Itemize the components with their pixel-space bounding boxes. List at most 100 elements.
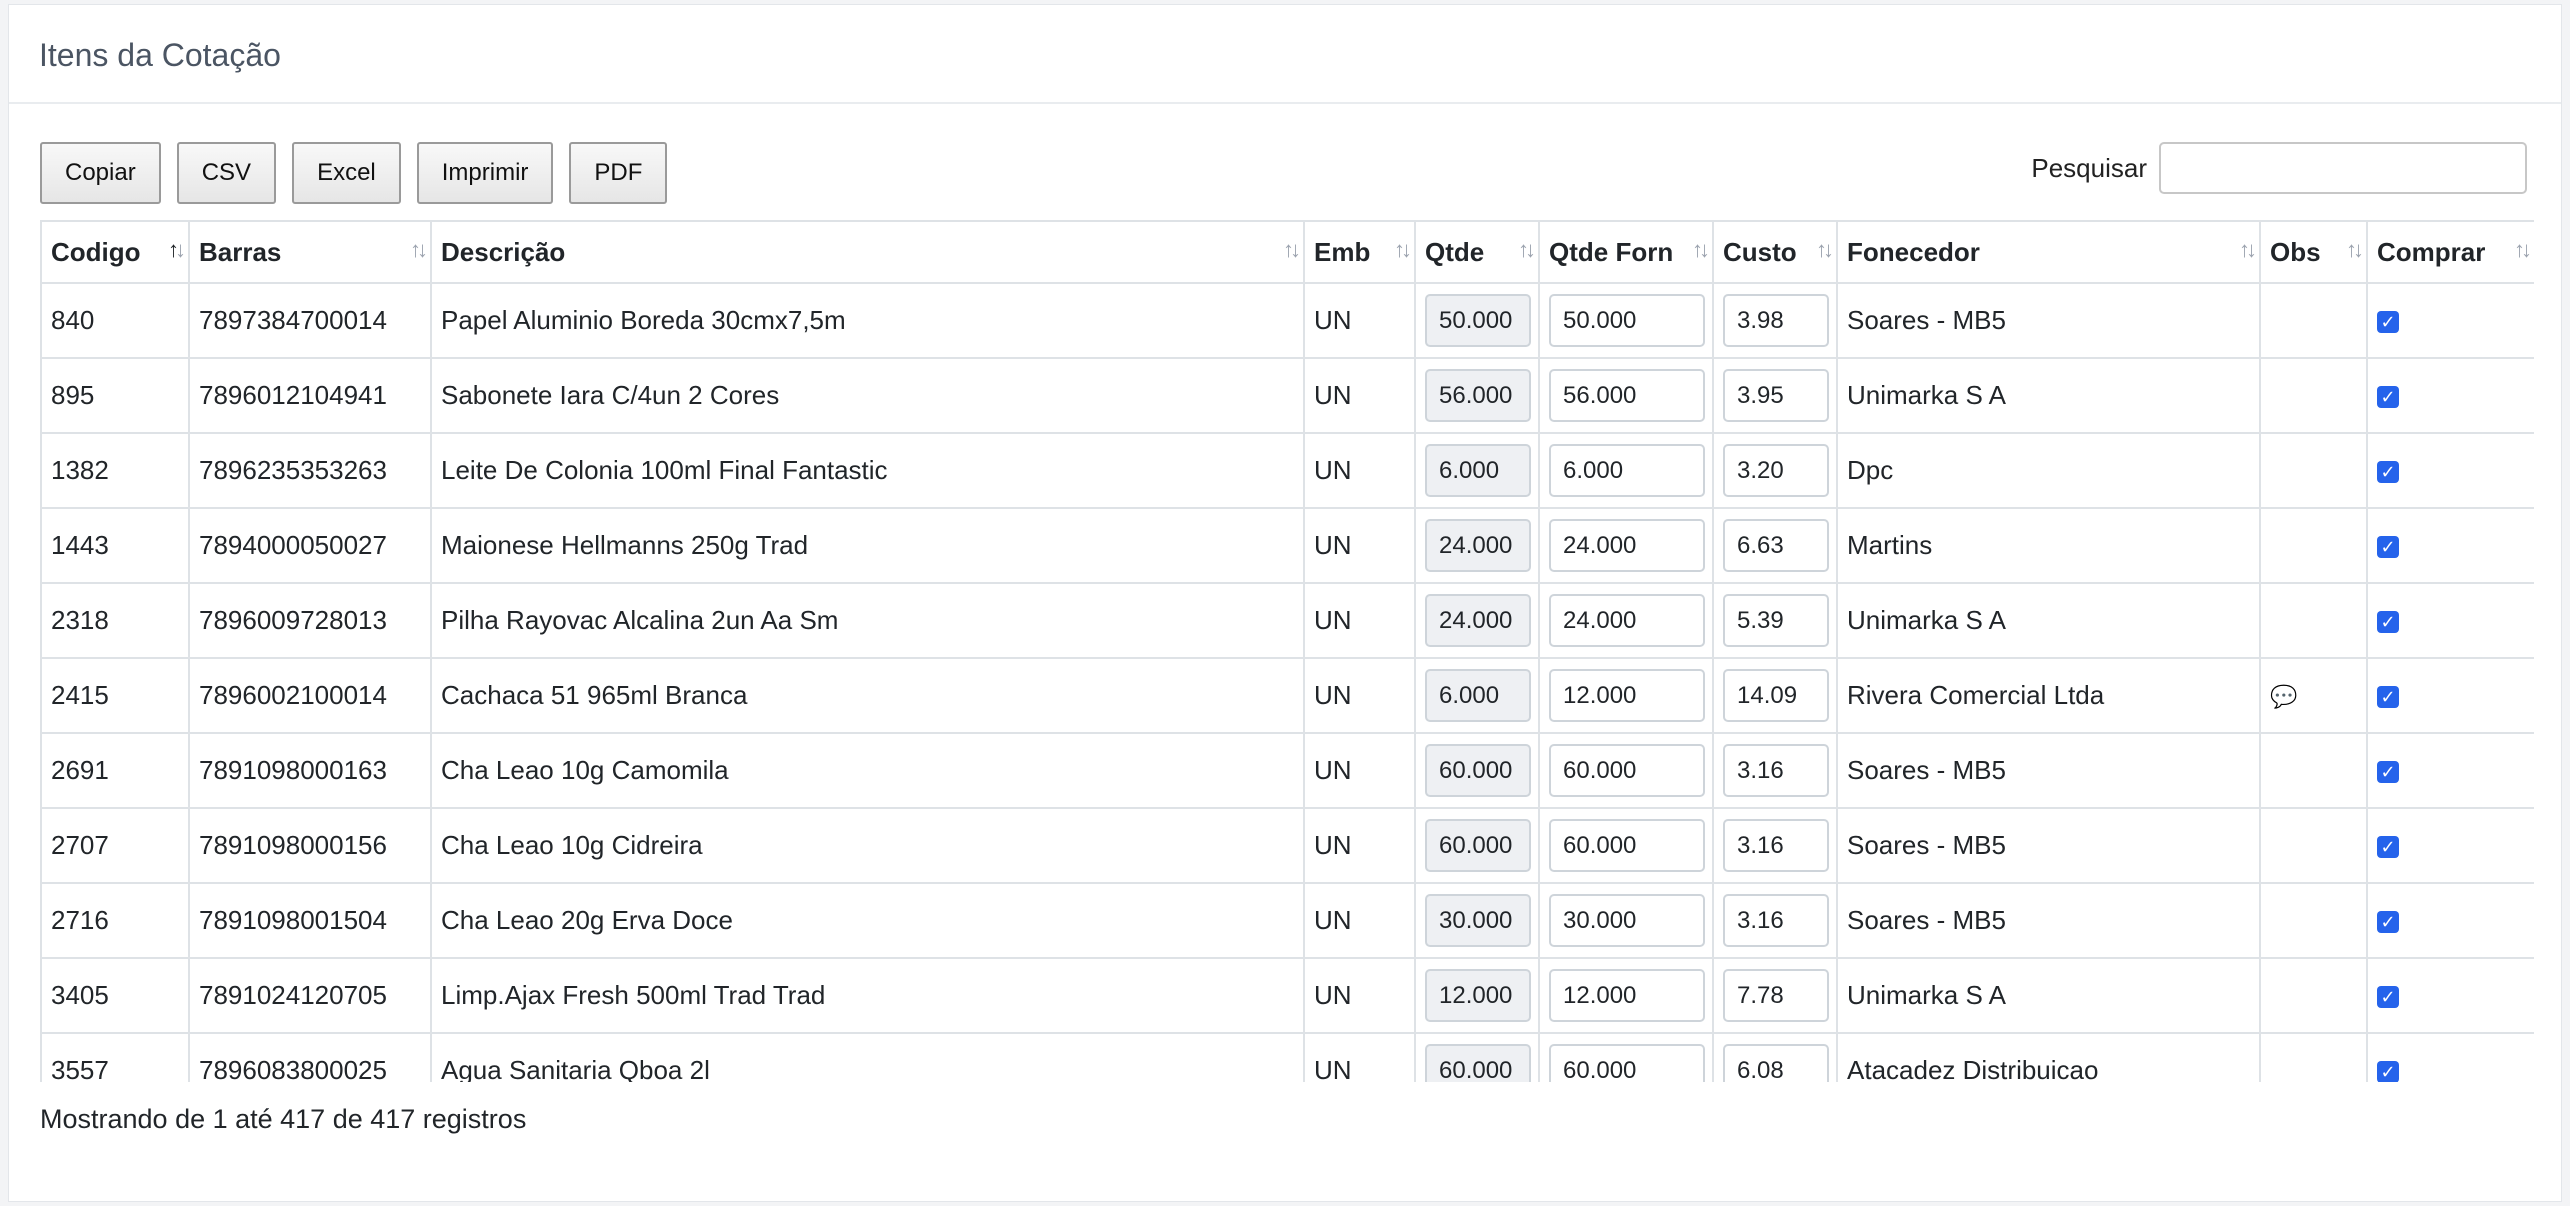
qtde-forn-input[interactable]	[1549, 669, 1705, 722]
table-row: 3557 7896083800025 Agua Sanitaria Qboa 2l U…	[40, 1032, 2534, 1082]
comprar-checkbox[interactable]: ✓	[2377, 911, 2399, 934]
column-header-barras[interactable]: Barras ↑↓	[188, 220, 432, 284]
column-header-emb[interactable]: Emb ↑↓	[1303, 220, 1416, 284]
column-header-descricao[interactable]: Descrição ↑↓	[430, 220, 1305, 284]
column-header-codigo[interactable]: Codigo ↑↓	[40, 220, 190, 284]
csv-button[interactable]: CSV	[176, 142, 277, 204]
column-header-custo[interactable]: Custo ↑↓	[1712, 220, 1838, 284]
cell-fornecedor: Soares - MB5	[1836, 882, 2261, 959]
comprar-checkbox[interactable]: ✓	[2377, 536, 2399, 559]
excel-button[interactable]: Excel	[292, 142, 401, 204]
column-header-qtde-forn[interactable]: Qtde Forn ↑↓	[1538, 220, 1714, 284]
qtde-forn-input[interactable]	[1549, 519, 1705, 572]
comprar-checkbox[interactable]: ✓	[2377, 986, 2399, 1009]
cell-fornecedor: Atacadez Distribuicao	[1836, 1032, 2261, 1082]
custo-input[interactable]	[1723, 744, 1829, 797]
cell-custo	[1712, 807, 1838, 884]
table-scroll-area[interactable]: Codigo ↑↓ Barras ↑↓ Descrição ↑↓ Emb ↑↓ Qtde…	[40, 220, 2534, 1082]
column-header-label: Fonecedor	[1847, 236, 1980, 267]
cell-emb: UN	[1303, 432, 1416, 509]
column-header-qtde[interactable]: Qtde ↑↓	[1414, 220, 1540, 284]
custo-input[interactable]	[1723, 819, 1829, 872]
table-row: 2691 7891098000163 Cha Leao 10g Camomila UN…	[40, 732, 2534, 809]
pdf-button[interactable]: PDF	[569, 142, 668, 204]
cell-emb: UN	[1303, 807, 1416, 884]
cell-codigo: 840	[40, 282, 190, 359]
qtde-forn-input[interactable]	[1549, 969, 1705, 1022]
cell-codigo: 1382	[40, 432, 190, 509]
column-header-label: Emb	[1314, 236, 1371, 267]
sort-arrows-icon: ↑↓	[2346, 237, 2364, 262]
cell-comprar: ✓	[2366, 807, 2534, 884]
sort-arrows-icon: ↑↓	[1394, 237, 1412, 262]
cell-custo	[1712, 957, 1838, 1034]
comprar-checkbox[interactable]: ✓	[2377, 761, 2399, 784]
print-button[interactable]: Imprimir	[416, 142, 554, 204]
cell-obs	[2259, 1032, 2368, 1082]
column-header-fornecedor[interactable]: Fonecedor ↑↓	[1836, 220, 2261, 284]
custo-input[interactable]	[1723, 969, 1829, 1022]
qtde-forn-input[interactable]	[1549, 744, 1705, 797]
table-row: 840 7897384700014 Papel Aluminio Boreda 30…	[40, 282, 2534, 359]
cell-fornecedor: Unimarka S A	[1836, 582, 2261, 659]
cell-fornecedor: Soares - MB5	[1836, 282, 2261, 359]
cell-barras: 7896009728013	[188, 582, 432, 659]
comprar-checkbox[interactable]: ✓	[2377, 386, 2399, 409]
search-box: Pesquisar	[2031, 142, 2527, 194]
cell-qtde	[1414, 507, 1540, 584]
custo-input[interactable]	[1723, 894, 1829, 947]
cell-qtde-forn	[1538, 657, 1714, 734]
cell-barras: 7896083800025	[188, 1032, 432, 1082]
column-header-label: Obs	[2270, 236, 2321, 267]
comprar-checkbox[interactable]: ✓	[2377, 836, 2399, 859]
comprar-checkbox[interactable]: ✓	[2377, 686, 2399, 709]
comment-icon[interactable]: 💬	[2270, 684, 2297, 709]
comprar-checkbox[interactable]: ✓	[2377, 611, 2399, 634]
search-input[interactable]	[2159, 142, 2527, 194]
cell-emb: UN	[1303, 282, 1416, 359]
qtde-forn-input[interactable]	[1549, 294, 1705, 347]
cell-comprar: ✓	[2366, 657, 2534, 734]
cell-emb: UN	[1303, 357, 1416, 434]
sort-arrows-icon: ↑↓	[1518, 237, 1536, 262]
cell-emb: UN	[1303, 732, 1416, 809]
column-header-label: Descrição	[441, 236, 566, 267]
comprar-checkbox[interactable]: ✓	[2377, 311, 2399, 334]
cell-qtde	[1414, 357, 1540, 434]
custo-input[interactable]	[1723, 519, 1829, 572]
qtde-input	[1425, 969, 1531, 1022]
cell-obs	[2259, 732, 2368, 809]
sort-arrows-icon: ↑↓	[1692, 237, 1710, 262]
checkmark-icon: ✓	[2380, 837, 2396, 858]
qtde-forn-input[interactable]	[1549, 1044, 1705, 1082]
qtde-forn-input[interactable]	[1549, 819, 1705, 872]
qtde-forn-input[interactable]	[1549, 894, 1705, 947]
qtde-forn-input[interactable]	[1549, 594, 1705, 647]
custo-input[interactable]	[1723, 369, 1829, 422]
qtde-forn-input[interactable]	[1549, 369, 1705, 422]
custo-input[interactable]	[1723, 444, 1829, 497]
custo-input[interactable]	[1723, 594, 1829, 647]
custo-input[interactable]	[1723, 294, 1829, 347]
sort-arrows-icon: ↑↓	[2514, 237, 2532, 262]
sort-arrows-icon: ↑↓	[1283, 237, 1301, 262]
sort-ascending-icon: ↑↓	[168, 237, 186, 262]
cell-qtde	[1414, 282, 1540, 359]
cell-fornecedor: Soares - MB5	[1836, 732, 2261, 809]
custo-input[interactable]	[1723, 1044, 1829, 1082]
qtde-forn-input[interactable]	[1549, 444, 1705, 497]
cell-qtde	[1414, 732, 1540, 809]
cell-qtde	[1414, 582, 1540, 659]
cell-qtde-forn	[1538, 1032, 1714, 1082]
column-header-obs[interactable]: Obs ↑↓	[2259, 220, 2368, 284]
copy-button[interactable]: Copiar	[40, 142, 161, 204]
cell-descricao: Cha Leao 10g Camomila	[430, 732, 1305, 809]
column-header-label: Custo	[1723, 236, 1797, 267]
column-header-comprar[interactable]: Comprar ↑↓	[2366, 220, 2534, 284]
cell-comprar: ✓	[2366, 882, 2534, 959]
comprar-checkbox[interactable]: ✓	[2377, 1061, 2399, 1082]
qtde-input	[1425, 744, 1531, 797]
cell-comprar: ✓	[2366, 582, 2534, 659]
comprar-checkbox[interactable]: ✓	[2377, 461, 2399, 484]
custo-input[interactable]	[1723, 669, 1829, 722]
